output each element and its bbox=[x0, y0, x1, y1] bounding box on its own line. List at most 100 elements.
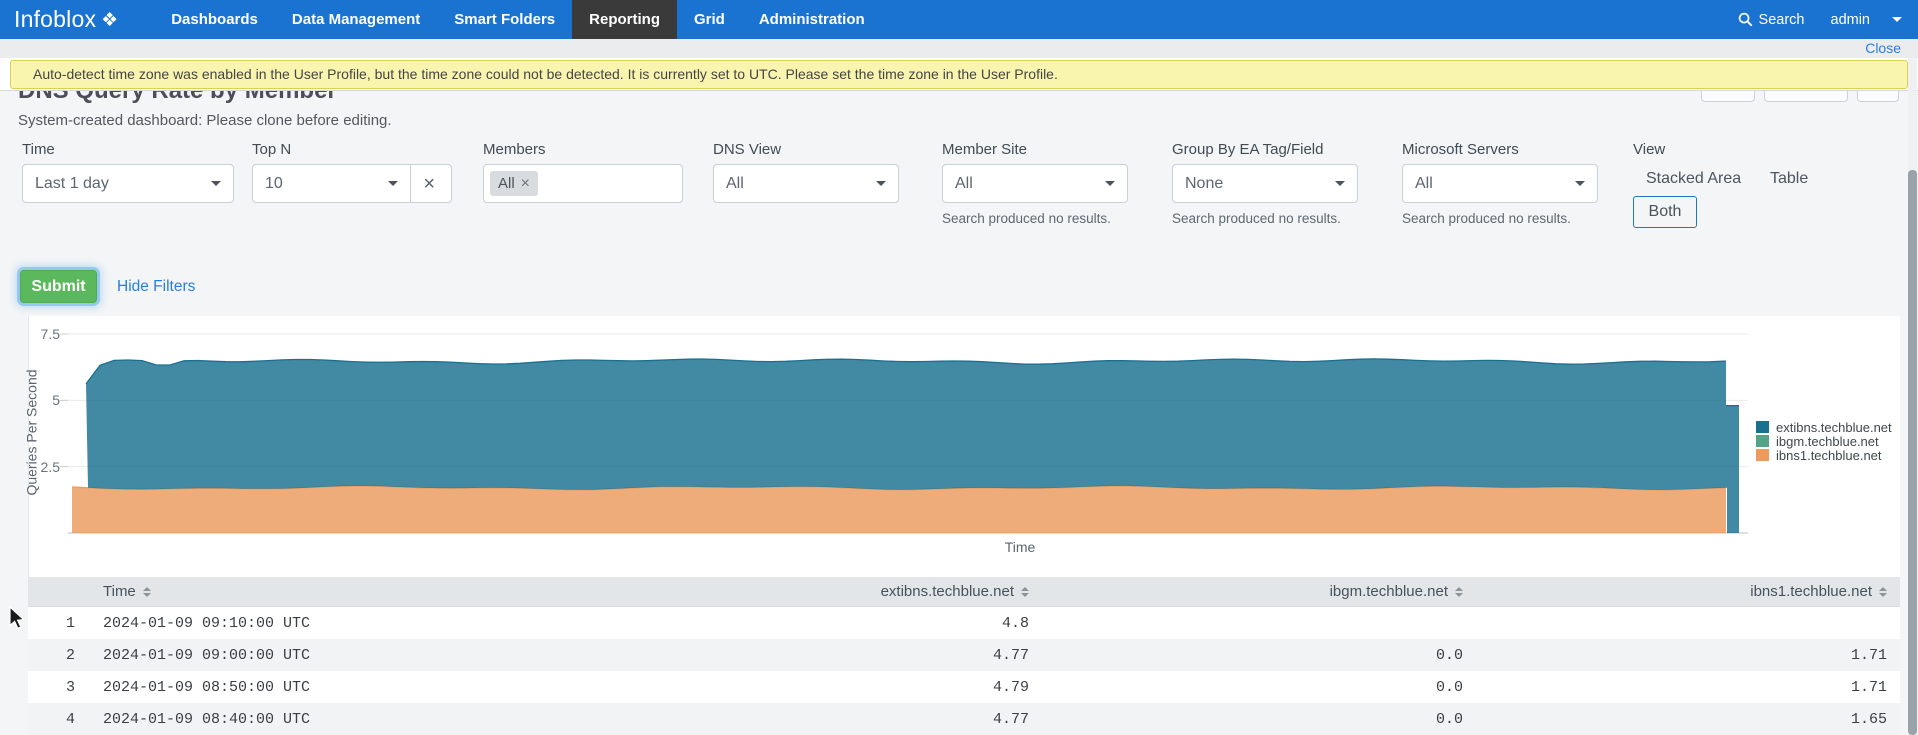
clear-filter-icon[interactable]: × bbox=[411, 174, 439, 194]
chevron-down-icon bbox=[876, 181, 886, 191]
row-index: 1 bbox=[28, 615, 83, 632]
legend-item[interactable]: ibgm.techblue.net bbox=[1756, 434, 1892, 448]
table-row: 22024-01-09 09:00:00 UTC4.770.01.71 bbox=[28, 639, 1900, 671]
submit-button[interactable]: Submit bbox=[20, 270, 97, 303]
filter-label-top-n: Top N bbox=[252, 141, 291, 158]
title-clip: DNS Query Rate by Member bbox=[0, 91, 1200, 113]
legend-item[interactable]: extibns.techblue.net bbox=[1756, 420, 1892, 434]
filter-no-results-note: Search produced no results. bbox=[1172, 211, 1341, 226]
cell-value: 0.0 bbox=[1043, 711, 1477, 728]
nav-item-administration[interactable]: Administration bbox=[742, 0, 882, 39]
sort-icon[interactable] bbox=[1879, 587, 1887, 597]
table-row: 42024-01-09 08:40:00 UTC4.770.01.65 bbox=[28, 703, 1900, 735]
column-label: ibgm.techblue.net bbox=[1330, 583, 1448, 600]
cell-value: 1.65 bbox=[1477, 711, 1900, 728]
filter-value: Last 1 day bbox=[35, 175, 211, 193]
cell-value: 0.0 bbox=[1043, 647, 1477, 664]
chart-legend: extibns.techblue.netibgm.techblue.netibn… bbox=[1756, 420, 1892, 462]
chevron-down-icon[interactable] bbox=[1892, 17, 1902, 27]
hide-filters-link[interactable]: Hide Filters bbox=[117, 278, 195, 296]
nav-search-label: Search bbox=[1759, 12, 1805, 28]
notification-strip: Close bbox=[0, 39, 1918, 58]
filter-top-n[interactable]: 10 × bbox=[252, 164, 452, 203]
chevron-down-icon bbox=[1335, 181, 1345, 191]
infoblox-logo[interactable]: Infoblox ❖ bbox=[14, 6, 118, 33]
sort-icon[interactable] bbox=[143, 587, 151, 597]
nav-item-data-management[interactable]: Data Management bbox=[275, 0, 437, 39]
nav-item-reporting[interactable]: Reporting bbox=[572, 0, 677, 39]
table-header-ibgm[interactable]: ibgm.techblue.net bbox=[1043, 583, 1477, 600]
table-row: 12024-01-09 09:10:00 UTC4.8 bbox=[28, 607, 1900, 639]
filter-group-by-ea-tag-field[interactable]: None bbox=[1172, 164, 1358, 203]
filter-label-member-site: Member Site bbox=[942, 141, 1027, 158]
infoblox-diamond-icon: ❖ bbox=[101, 9, 118, 32]
view-option-stacked-area[interactable]: Stacked Area bbox=[1646, 170, 1741, 188]
toolbar-button-fragment-3[interactable] bbox=[1857, 91, 1899, 102]
legend-label: extibns.techblue.net bbox=[1776, 420, 1892, 435]
sort-icon[interactable] bbox=[1021, 587, 1029, 597]
legend-label: ibns1.techblue.net bbox=[1776, 448, 1882, 463]
user-menu[interactable]: admin bbox=[1831, 12, 1871, 28]
filter-label-microsoft-servers: Microsoft Servers bbox=[1402, 141, 1519, 158]
filter-no-results-note: Search produced no results. bbox=[1402, 211, 1571, 226]
filter-microsoft-servers[interactable]: All bbox=[1402, 164, 1598, 203]
nav-menu: DashboardsData ManagementSmart FoldersRe… bbox=[154, 0, 881, 39]
cell-value: 4.77 bbox=[663, 647, 1043, 664]
nav-item-smart-folders[interactable]: Smart Folders bbox=[437, 0, 572, 39]
scrollbar-thumb[interactable] bbox=[1908, 170, 1917, 735]
filter-value: All bbox=[1415, 175, 1575, 193]
stacked-area-chart bbox=[28, 316, 1748, 561]
toolbar-button-fragment-1[interactable] bbox=[1701, 91, 1755, 102]
sort-icon[interactable] bbox=[1455, 587, 1463, 597]
filter-member-site[interactable]: All bbox=[942, 164, 1128, 203]
timezone-warning-banner: Auto-detect time zone was enabled in the… bbox=[10, 60, 1908, 89]
results-table: Time extibns.techblue.net ibgm.techblue.ne… bbox=[28, 577, 1900, 735]
cell-value: 4.79 bbox=[663, 679, 1043, 696]
filter-time[interactable]: Last 1 day bbox=[22, 164, 234, 203]
table-body: 12024-01-09 09:10:00 UTC4.822024-01-09 0… bbox=[28, 607, 1900, 735]
cell-value: 4.8 bbox=[663, 615, 1043, 632]
nav-search[interactable]: Search bbox=[1738, 12, 1805, 28]
member-tag: All× bbox=[490, 171, 538, 196]
view-option-table[interactable]: Table bbox=[1770, 170, 1808, 188]
chevron-down-icon bbox=[1575, 181, 1585, 191]
table-header-ibns1[interactable]: ibns1.techblue.net bbox=[1477, 583, 1900, 600]
filter-dns-view[interactable]: All bbox=[713, 164, 899, 203]
filter-value: All bbox=[726, 175, 876, 193]
column-label: ibns1.techblue.net bbox=[1750, 583, 1872, 600]
filter-label-dns-view: DNS View bbox=[713, 141, 781, 158]
mouse-cursor bbox=[8, 606, 28, 630]
filter-no-results-note: Search produced no results. bbox=[942, 211, 1111, 226]
chevron-down-icon bbox=[388, 181, 398, 191]
legend-item[interactable]: ibns1.techblue.net bbox=[1756, 448, 1892, 462]
view-option-both-button[interactable]: Both bbox=[1633, 196, 1697, 228]
table-row: 32024-01-09 08:50:00 UTC4.790.01.71 bbox=[28, 671, 1900, 703]
table-header-time[interactable]: Time bbox=[83, 583, 663, 600]
toolbar-button-fragment-2[interactable] bbox=[1764, 91, 1848, 102]
legend-swatch bbox=[1756, 435, 1769, 447]
top-nav: Infoblox ❖ DashboardsData ManagementSmar… bbox=[0, 0, 1918, 39]
close-link[interactable]: Close bbox=[1865, 40, 1901, 56]
nav-item-grid[interactable]: Grid bbox=[677, 0, 742, 39]
cell-value: 0.0 bbox=[1043, 679, 1477, 696]
legend-swatch bbox=[1756, 449, 1769, 461]
filter-label-view: View bbox=[1633, 141, 1665, 158]
page: Infoblox ❖ DashboardsData ManagementSmar… bbox=[0, 0, 1918, 735]
x-axis-title: Time bbox=[980, 539, 1060, 555]
table-header-extibns[interactable]: extibns.techblue.net bbox=[663, 583, 1043, 600]
cell-time: 2024-01-09 09:00:00 UTC bbox=[83, 647, 663, 664]
filter-value: None bbox=[1185, 175, 1335, 193]
row-index: 3 bbox=[28, 679, 83, 696]
cell-time: 2024-01-09 08:40:00 UTC bbox=[83, 711, 663, 728]
chevron-down-icon bbox=[211, 181, 221, 191]
nav-item-dashboards[interactable]: Dashboards bbox=[154, 0, 275, 39]
cell-time: 2024-01-09 09:10:00 UTC bbox=[83, 615, 663, 632]
filter-label-time: Time bbox=[22, 141, 55, 158]
filter-members[interactable]: All× bbox=[483, 164, 683, 203]
filter-value: 10 bbox=[265, 175, 388, 193]
search-icon bbox=[1738, 12, 1753, 27]
timezone-warning-text: Auto-detect time zone was enabled in the… bbox=[33, 66, 1058, 82]
row-index: 4 bbox=[28, 711, 83, 728]
column-label: extibns.techblue.net bbox=[881, 583, 1014, 600]
remove-tag-icon[interactable]: × bbox=[521, 176, 530, 192]
